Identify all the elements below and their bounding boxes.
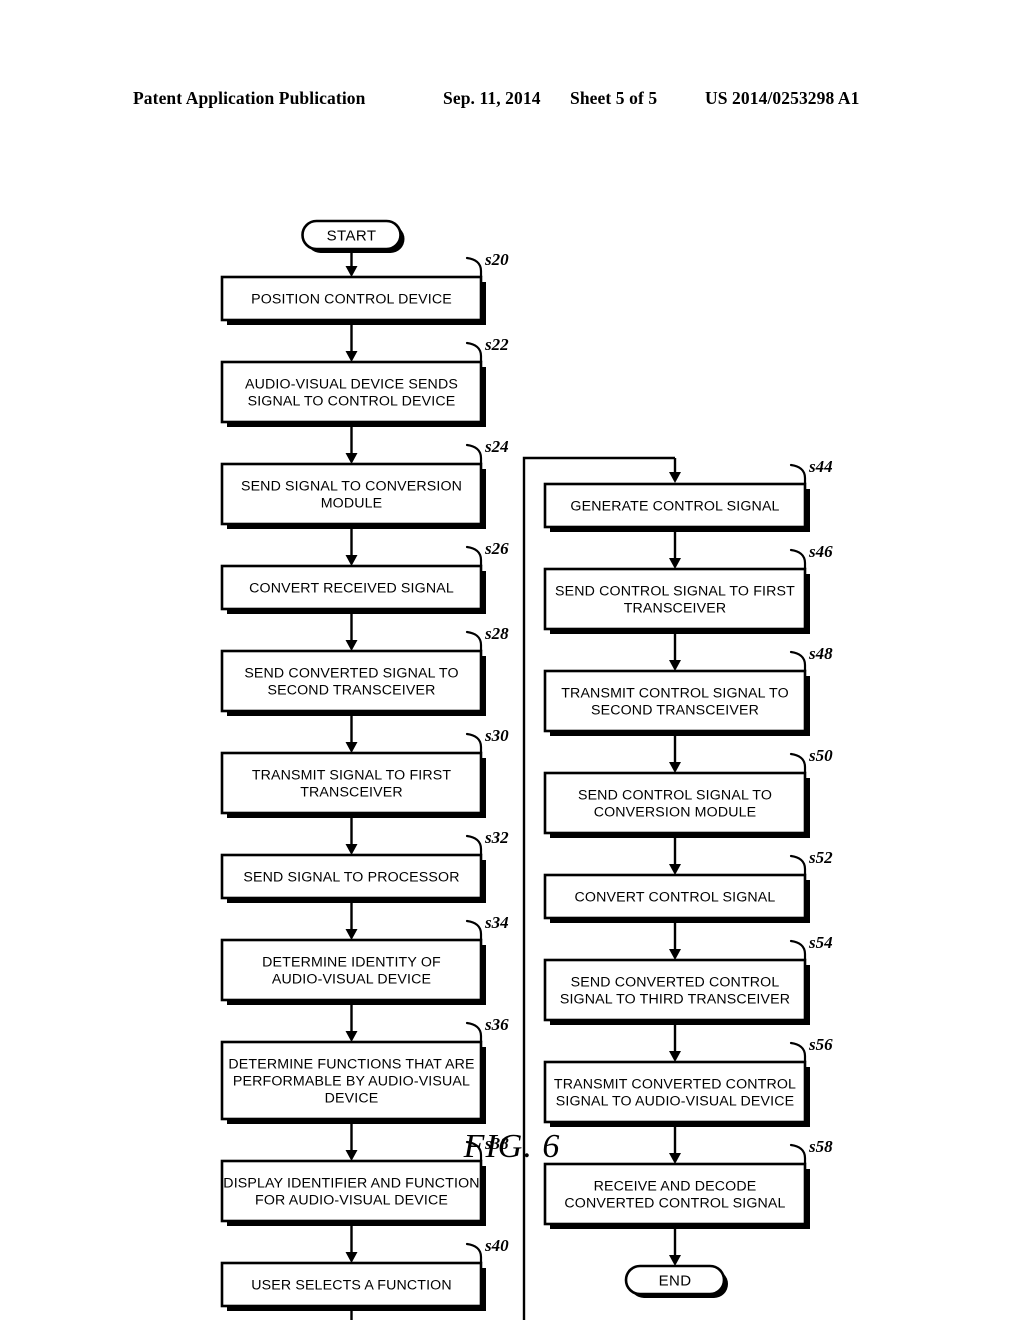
step-tag-s32: s32	[484, 828, 509, 847]
arrow-to-s52	[669, 833, 681, 875]
node-label: POSITION CONTROL DEVICE	[251, 292, 452, 308]
arrow-to-s28	[345, 609, 358, 651]
step-tag-s34: s34	[484, 913, 509, 932]
start-terminator-label: START	[327, 228, 377, 245]
step-tag-s56: s56	[808, 1035, 833, 1054]
flow-node-s36: DETERMINE FUNCTIONS THAT ARE PERFORMABLE …	[220, 1015, 509, 1124]
step-tag-s36: s36	[484, 1015, 509, 1034]
arrow-to-s54	[669, 918, 681, 960]
start-terminator: START	[301, 219, 405, 253]
node-label: SEND CONTROL SIGNAL TO CONVERSION MODULE	[578, 788, 772, 821]
step-leader-line	[465, 545, 483, 568]
flow-node-s24: SEND SIGNAL TO CONVERSION MODULEs24	[220, 437, 509, 529]
arrow-to-s34	[345, 898, 358, 940]
flow-node-s52: CONVERT CONTROL SIGNAL s52	[543, 848, 833, 923]
arrow-to-s24	[345, 422, 358, 464]
node-label: SEND CONVERTED CONTROL SIGNAL TO THIRD TR…	[560, 975, 790, 1008]
step-tag-s26: s26	[484, 539, 509, 558]
end-terminator: END	[624, 1264, 728, 1298]
arrow-to-s36	[345, 1000, 358, 1042]
node-label: DETERMINE IDENTITY OF AUDIO-VISUAL DEVICE	[262, 955, 441, 988]
step-leader-line	[465, 341, 483, 364]
node-label: USER SELECTS A FUNCTION	[251, 1278, 452, 1294]
end-terminator-label: END	[659, 1273, 692, 1290]
step-leader-line	[789, 854, 807, 877]
arrow-to-s20	[345, 249, 358, 277]
step-tag-s28: s28	[484, 624, 509, 643]
flow-node-s22: AUDIO-VISUAL DEVICE SENDS SIGNAL TO CONTR…	[220, 335, 509, 427]
arrow-to-s50	[669, 731, 681, 773]
flow-node-s34: DETERMINE IDENTITY OF AUDIO-VISUAL DEVICE…	[220, 913, 509, 1005]
step-tag-s50: s50	[808, 746, 833, 765]
node-label: CONVERT RECEIVED SIGNAL	[249, 581, 454, 597]
patent-page: Patent Application Publication Sep. 11, …	[0, 0, 1024, 1320]
step-tag-s46: s46	[808, 542, 833, 561]
step-leader-line	[789, 650, 807, 673]
node-label: CONVERT CONTROL SIGNAL	[575, 890, 776, 906]
flow-node-s26: CONVERT RECEIVED SIGNAL s26	[220, 539, 509, 614]
arrow-to-s46	[669, 527, 681, 569]
arrow-to-s40	[345, 1221, 358, 1263]
node-label: TRANSMIT CONTROL SIGNAL TO SECOND TRANSCE…	[561, 686, 789, 719]
step-leader-line	[465, 443, 483, 466]
step-leader-line	[465, 919, 483, 942]
step-leader-line	[789, 1041, 807, 1064]
step-leader-line	[465, 732, 483, 755]
flow-node-s54: SEND CONVERTED CONTROL SIGNAL TO THIRD TR…	[543, 933, 833, 1025]
step-tag-s22: s22	[484, 335, 509, 354]
step-leader-line	[465, 1021, 483, 1044]
node-label: RECEIVE AND DECODE CONVERTED CONTROL SIGN…	[564, 1179, 785, 1212]
flow-node-s48: TRANSMIT CONTROL SIGNAL TO SECOND TRANSCE…	[543, 644, 833, 736]
node-label: TRANSMIT CONVERTED CONTROL SIGNAL TO AUDI…	[554, 1077, 796, 1110]
step-tag-s52: s52	[808, 848, 833, 867]
arrow-to-s32	[345, 813, 358, 855]
step-tag-s54: s54	[808, 933, 833, 952]
flow-node-s56: TRANSMIT CONVERTED CONTROL SIGNAL TO AUDI…	[543, 1035, 833, 1127]
node-label: SEND SIGNAL TO PROCESSOR	[243, 870, 459, 886]
node-label: GENERATE CONTROL SIGNAL	[570, 499, 779, 515]
flow-node-s40: USER SELECTS A FUNCTION s40	[220, 1236, 509, 1311]
flow-node-s50: SEND CONTROL SIGNAL TO CONVERSION MODULE s…	[543, 746, 833, 838]
arrow-to-s22	[345, 320, 358, 362]
flowchart-diagram: START POSITION CONTROL DEVICE s20 AUDIO-VIS…	[220, 219, 833, 1320]
step-leader-line	[465, 834, 483, 857]
arrow-to-s26	[345, 524, 358, 566]
step-leader-line	[465, 256, 483, 279]
node-label: DISPLAY IDENTIFIER AND FUNCTION FOR AUDIO…	[223, 1176, 479, 1209]
node-label: AUDIO-VISUAL DEVICE SENDS SIGNAL TO CONTR…	[245, 377, 458, 410]
step-tag-s30: s30	[484, 726, 509, 745]
arrow-to-end	[669, 1224, 681, 1266]
step-leader-line	[789, 463, 807, 486]
step-leader-line	[465, 630, 483, 653]
flow-node-s44: GENERATE CONTROL SIGNAL s44	[543, 457, 833, 532]
step-tag-s20: s20	[484, 250, 509, 269]
arrow-to-s56	[669, 1020, 681, 1062]
step-leader-line	[465, 1242, 483, 1265]
step-tag-s24: s24	[484, 437, 509, 456]
figure-caption: FIG. 6	[463, 1128, 561, 1165]
flow-node-s20: POSITION CONTROL DEVICE s20	[220, 250, 509, 325]
arrow-to-s48	[669, 629, 681, 671]
step-leader-line	[789, 752, 807, 775]
step-tag-s40: s40	[484, 1236, 509, 1255]
flow-node-s46: SEND CONTROL SIGNAL TO FIRST TRANSCEIVERs…	[543, 542, 833, 634]
step-leader-line	[789, 548, 807, 571]
flow-node-s32: SEND SIGNAL TO PROCESSOR s32	[220, 828, 509, 903]
flow-node-s28: SEND CONVERTED SIGNAL TO SECOND TRANSCEIV…	[220, 624, 509, 716]
step-tag-s48: s48	[808, 644, 833, 663]
flow-node-s30: TRANSMIT SIGNAL TO FIRST TRANSCEIVERs30	[220, 726, 509, 818]
step-tag-s44: s44	[808, 457, 833, 476]
step-leader-line	[789, 939, 807, 962]
node-label: SEND CONVERTED SIGNAL TO SECOND TRANSCEIV…	[244, 666, 458, 699]
arrow-to-s30	[345, 711, 358, 753]
